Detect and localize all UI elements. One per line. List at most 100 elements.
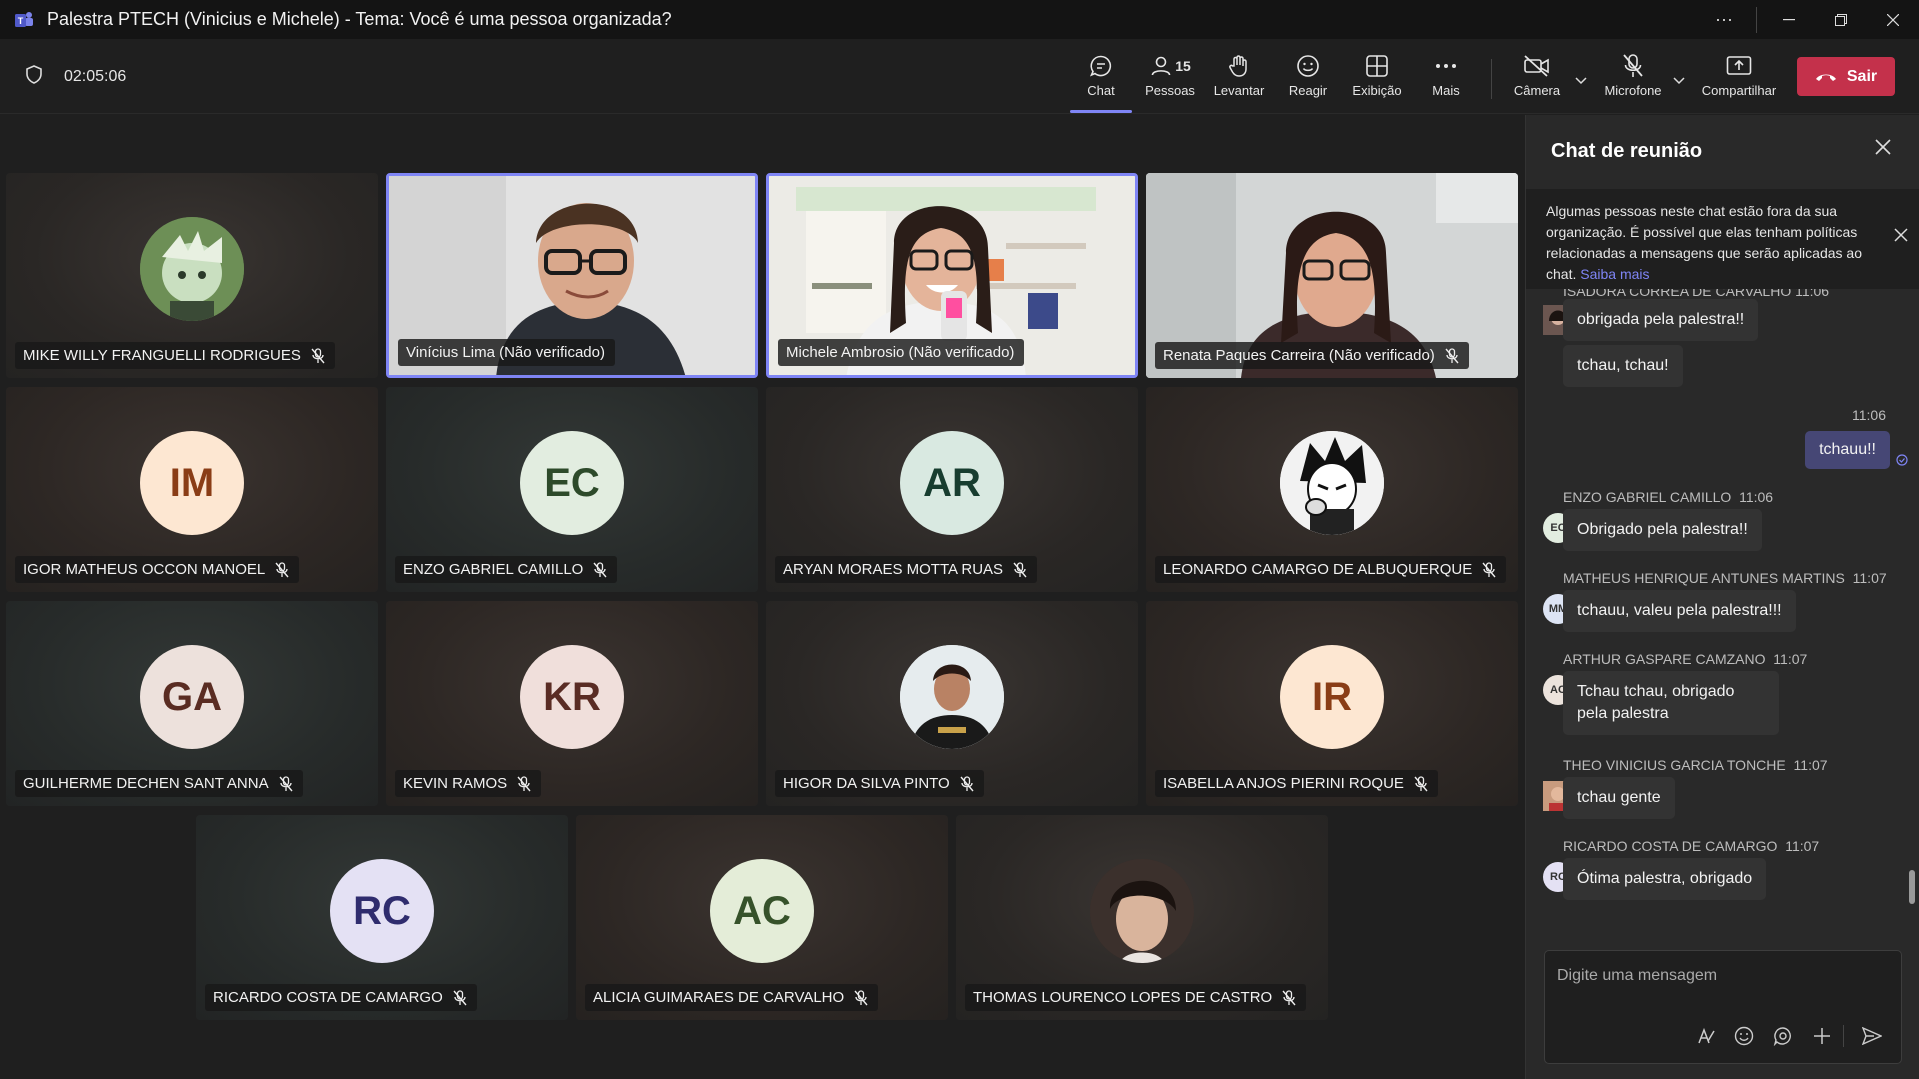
initials-avatar: RC <box>330 859 434 964</box>
leave-button[interactable]: Sair <box>1797 57 1895 96</box>
participant-name-tag: MIKE WILLY FRANGUELLI RODRIGUES <box>15 342 335 369</box>
participant-name-tag: Michele Ambrosio (Não verificado) <box>778 339 1025 366</box>
initials-avatar: AR <box>900 431 1004 536</box>
more-options-icon[interactable]: ··· <box>1698 0 1750 39</box>
participant-name: THOMAS LOURENCO LOPES DE CASTRO <box>973 989 1273 1006</box>
participant-name: Renata Paques Carreira (Não verificado) <box>1163 347 1435 364</box>
participant-name-tag: Renata Paques Carreira (Não verificado) <box>1155 342 1469 369</box>
restore-icon[interactable] <box>1815 0 1867 39</box>
minimize-icon[interactable] <box>1763 0 1815 39</box>
participant-tile[interactable]: EC ENZO GABRIEL CAMILLO <box>386 387 758 592</box>
mic-muted-icon <box>960 775 974 792</box>
external-org-notice: Algumas pessoas neste chat estão fora da… <box>1526 189 1919 289</box>
participant-tile[interactable]: KR KEVIN RAMOS <box>386 601 758 806</box>
chat-icon <box>1089 51 1113 81</box>
react-button[interactable]: Reagir <box>1273 51 1343 107</box>
message-sender: THEO VINICIUS GARCIA TONCHE 11:07 <box>1563 757 1828 773</box>
camera-label: Câmera <box>1513 83 1561 98</box>
chat-label: Chat <box>1087 83 1115 98</box>
learn-more-link[interactable]: Saiba mais <box>1580 266 1649 282</box>
grid-view-icon <box>1366 51 1388 81</box>
message-input[interactable] <box>1557 963 1887 989</box>
participant-photo-avatar <box>1280 431 1384 536</box>
share-label: Compartilhar <box>1701 83 1777 98</box>
participant-name-tag: IGOR MATHEUS OCCON MANOEL <box>15 556 300 583</box>
participant-tile[interactable]: LEONARDO CAMARGO DE ALBUQUERQUE <box>1146 387 1518 592</box>
camera-options-chevron-icon[interactable] <box>1575 73 1587 88</box>
participant-tile[interactable]: GA GUILHERME DECHEN SANT ANNA <box>6 601 378 806</box>
seen-check-icon <box>1896 453 1908 471</box>
timer-text: 02:05:06 <box>64 68 127 85</box>
raise-hand-button[interactable]: Levantar <box>1204 51 1274 107</box>
mic-muted-icon <box>593 561 607 578</box>
video-stage: MIKE WILLY FRANGUELLI RODRIGUES Vinícius… <box>0 115 1524 1079</box>
participant-name: Vinícius Lima (Não verificado) <box>406 344 605 361</box>
initials-avatar: AC <box>710 859 814 964</box>
people-button[interactable]: 15 Pessoas <box>1135 51 1205 107</box>
mic-muted-icon <box>1282 989 1296 1006</box>
mic-muted-icon <box>1013 561 1027 578</box>
participant-name: MIKE WILLY FRANGUELLI RODRIGUES <box>23 347 301 364</box>
meeting-timer: 02:05:06 <box>26 65 126 89</box>
chat-button[interactable]: Chat <box>1066 51 1136 113</box>
participant-name-tag: KEVIN RAMOS <box>395 770 542 797</box>
close-icon[interactable] <box>1875 139 1891 160</box>
participant-tile[interactable]: HIGOR DA SILVA PINTO <box>766 601 1138 806</box>
share-button[interactable]: Compartilhar <box>1701 51 1777 107</box>
react-label: Reagir <box>1288 83 1328 98</box>
more-label: Mais <box>1432 83 1460 98</box>
message-bubble: Obrigado pela palestra!! <box>1563 509 1762 551</box>
participant-name: RICARDO COSTA DE CAMARGO <box>213 989 443 1006</box>
people-label: Pessoas <box>1145 83 1195 98</box>
participant-tile[interactable]: AR ARYAN MORAES MOTTA RUAS <box>766 387 1138 592</box>
close-window-icon[interactable] <box>1867 0 1919 39</box>
participant-video-tile[interactable]: Renata Paques Carreira (Não verificado) <box>1146 173 1518 378</box>
chat-scrollbar[interactable] <box>1909 870 1915 904</box>
view-button[interactable]: Exibição <box>1342 51 1412 107</box>
leave-label: Sair <box>1846 67 1878 85</box>
ellipsis-icon <box>1435 51 1457 81</box>
dismiss-notice-icon[interactable] <box>1894 227 1908 248</box>
send-icon[interactable] <box>1859 1023 1885 1049</box>
share-screen-icon <box>1726 51 1752 81</box>
chat-title: Chat de reunião <box>1551 139 1703 162</box>
participant-name: ARYAN MORAES MOTTA RUAS <box>783 561 1004 578</box>
participant-name-tag: HIGOR DA SILVA PINTO <box>775 770 984 797</box>
people-count: 15 <box>1175 58 1191 74</box>
participant-video-tile[interactable]: Vinícius Lima (Não verificado) <box>386 173 758 378</box>
participant-tile[interactable]: MIKE WILLY FRANGUELLI RODRIGUES <box>6 173 378 378</box>
initials-avatar: IR <box>1280 645 1384 750</box>
people-icon: 15 <box>1149 51 1191 81</box>
loop-component-icon[interactable] <box>1770 1023 1796 1049</box>
participant-name: Michele Ambrosio (Não verificado) <box>786 344 1015 361</box>
participant-name: HIGOR DA SILVA PINTO <box>783 775 950 792</box>
camera-button[interactable]: Câmera <box>1502 51 1572 107</box>
hand-icon <box>1228 51 1250 81</box>
mic-options-chevron-icon[interactable] <box>1673 73 1685 88</box>
meeting-toolbar: 02:05:06 Chat 15 Pessoas Levantar Reagir… <box>0 39 1919 114</box>
mic-muted-icon <box>1482 561 1496 578</box>
add-icon[interactable] <box>1809 1023 1835 1049</box>
initials-avatar: KR <box>520 645 624 750</box>
svg-text:T: T <box>18 16 24 26</box>
participant-tile[interactable]: IR ISABELLA ANJOS PIERINI ROQUE <box>1146 601 1518 806</box>
mic-muted-icon <box>453 989 467 1006</box>
raise-label: Levantar <box>1213 83 1265 98</box>
participant-tile[interactable]: RC RICARDO COSTA DE CAMARGO <box>196 815 568 1020</box>
message-bubble: obrigada pela palestra!! <box>1563 299 1759 341</box>
participant-name-tag: ALICIA GUIMARAES DE CARVALHO <box>585 984 879 1011</box>
more-button[interactable]: Mais <box>1411 51 1481 107</box>
view-label: Exibição <box>1352 83 1402 98</box>
participant-video-tile[interactable]: Michele Ambrosio (Não verificado) <box>766 173 1138 378</box>
format-icon[interactable] <box>1693 1023 1719 1049</box>
participant-tile[interactable]: THOMAS LOURENCO LOPES DE CASTRO <box>956 815 1328 1020</box>
initials-avatar: GA <box>140 645 244 750</box>
window-title: Palestra PTECH (Vinicius e Michele) - Te… <box>47 9 672 29</box>
participant-tile[interactable]: IM IGOR MATHEUS OCCON MANOEL <box>6 387 378 592</box>
toolbar-divider <box>1491 59 1492 99</box>
participant-tile[interactable]: AC ALICIA GUIMARAES DE CARVALHO <box>576 815 948 1020</box>
microphone-button[interactable]: Microfone <box>1598 51 1668 107</box>
emoji-icon[interactable] <box>1731 1023 1757 1049</box>
divider <box>1756 6 1757 33</box>
participant-name: KEVIN RAMOS <box>403 775 508 792</box>
